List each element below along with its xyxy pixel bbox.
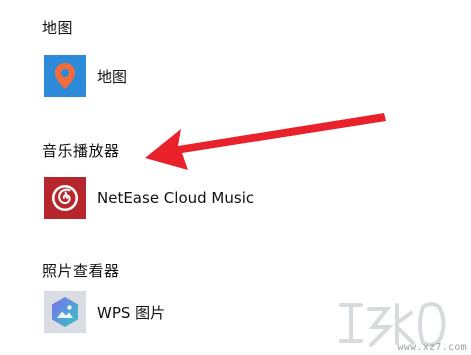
section-heading-photo-viewer: 照片查看器 bbox=[42, 262, 120, 280]
app-row-maps[interactable]: 地图 bbox=[44, 54, 127, 98]
app-label-maps: 地图 bbox=[97, 67, 128, 86]
section-heading-music-player: 音乐播放器 bbox=[42, 142, 120, 160]
app-row-netease-music[interactable]: NetEase Cloud Music bbox=[44, 176, 254, 220]
app-label-netease-music: NetEase Cloud Music bbox=[97, 189, 255, 207]
section-heading-maps: 地图 bbox=[42, 19, 74, 37]
maps-app-tile bbox=[44, 55, 86, 97]
netease-music-app-tile bbox=[44, 177, 86, 219]
wps-picture-icon bbox=[52, 297, 78, 327]
maps-pin-icon bbox=[55, 63, 75, 89]
app-row-wps-picture[interactable]: WPS 图片 bbox=[44, 290, 165, 334]
netease-music-icon bbox=[52, 185, 78, 211]
app-label-wps-picture: WPS 图片 bbox=[97, 303, 166, 322]
watermark-url: www.xz7.com bbox=[397, 342, 467, 353]
default-apps-panel: 地图 地图 音乐播放器 NetEase Cloud Music 照片查看器 WP… bbox=[0, 0, 471, 355]
wps-picture-app-tile bbox=[44, 291, 86, 333]
